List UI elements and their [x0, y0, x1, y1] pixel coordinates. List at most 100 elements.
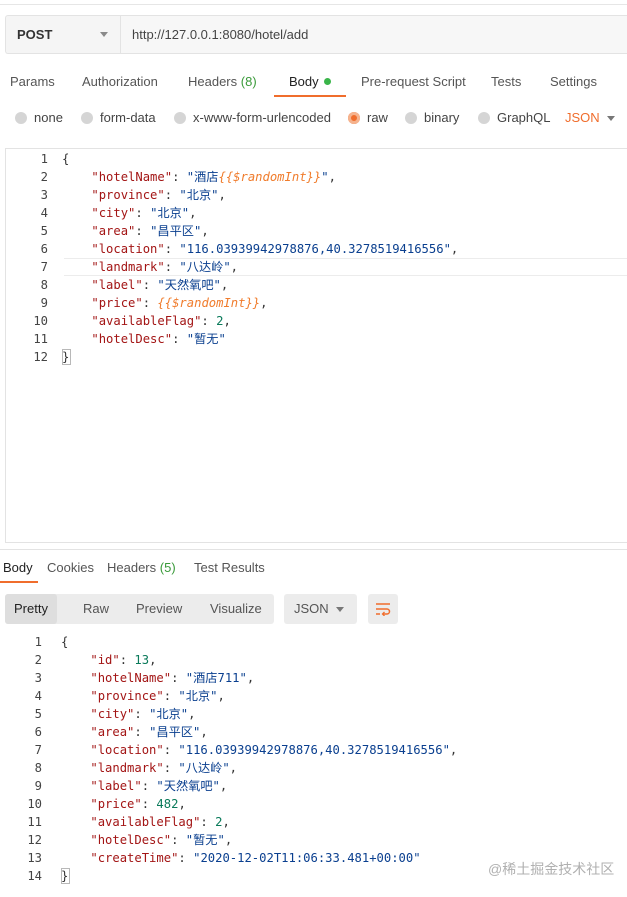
line-number: 11: [33, 332, 48, 346]
radio-none[interactable]: none: [15, 110, 63, 125]
json-key: "landmark": [91, 260, 165, 274]
tab-authorization[interactable]: Authorization: [82, 74, 158, 89]
radio-form-data[interactable]: form-data: [81, 110, 156, 125]
radio-selected-icon: [348, 111, 360, 124]
body-format-select[interactable]: JSON: [565, 110, 600, 125]
tab-settings[interactable]: Settings: [550, 74, 597, 89]
json-string: ": [321, 170, 329, 184]
json-key: "id": [90, 653, 120, 667]
radio-raw-label: raw: [367, 110, 388, 125]
radio-binary[interactable]: binary: [405, 110, 459, 125]
line-number: 9: [40, 296, 48, 310]
radio-urlencoded[interactable]: x-www-form-urlencoded: [174, 110, 331, 125]
json-string: "北京": [150, 206, 190, 220]
active-tab-indicator: [274, 95, 346, 97]
response-tabs: Body Cookies Headers (5) Test Results: [0, 556, 627, 584]
wrap-lines-button[interactable]: [368, 594, 398, 624]
line-number: 10: [27, 797, 42, 811]
tab-test-results[interactable]: Test Results: [194, 560, 265, 575]
json-key: "availableFlag": [91, 314, 202, 328]
bracket-match-marker: [62, 349, 71, 365]
line-number: 10: [33, 314, 48, 328]
json-variable: {{$randomInt}}: [218, 170, 322, 184]
tab-response-body[interactable]: Body: [3, 560, 33, 575]
tab-tests[interactable]: Tests: [491, 74, 521, 89]
request-body-editor[interactable]: 1{ 2 "hotelName": "酒店{{$randomInt}}", 3 …: [5, 148, 627, 543]
line-number: 4: [34, 689, 42, 703]
json-key: "label": [91, 278, 143, 292]
response-headers-count-badge: (5): [159, 560, 176, 575]
line-number: 3: [34, 671, 42, 685]
line-number: 5: [40, 224, 48, 238]
radio-circle-icon: [174, 111, 186, 124]
top-divider: [0, 4, 627, 5]
url-input[interactable]: http://127.0.0.1:8080/hotel/add: [121, 16, 627, 53]
json-string: "北京": [179, 188, 219, 202]
radio-circle-icon: [15, 111, 27, 124]
line-number: 6: [34, 725, 42, 739]
tab-body-label: Body: [289, 74, 319, 89]
tab-prerequest-script[interactable]: Pre-request Script: [361, 74, 466, 89]
radio-circle-icon: [81, 111, 93, 124]
json-key: "price": [91, 296, 143, 310]
json-string: "暂无": [186, 332, 226, 346]
json-string: "暂无": [185, 833, 225, 847]
radio-raw[interactable]: raw: [348, 110, 388, 125]
line-number: 7: [34, 743, 42, 757]
json-key: "hotelDesc": [91, 332, 173, 346]
body-type-options: none form-data x-www-form-urlencoded raw…: [0, 108, 627, 130]
watermark: @稀土掘金技术社区: [488, 861, 615, 877]
line-number: 2: [40, 170, 48, 184]
json-string: "116.03939942978876,40.3278519416556": [178, 743, 450, 757]
line-number: 1: [34, 635, 42, 649]
chevron-down-icon[interactable]: [607, 116, 615, 121]
json-key: "province": [91, 188, 165, 202]
json-string: "酒店: [186, 170, 219, 184]
json-key: "area": [90, 725, 135, 739]
tab-cookies[interactable]: Cookies: [47, 560, 94, 575]
json-key: "area": [91, 224, 136, 238]
json-key: "label": [90, 779, 142, 793]
json-string: "八达岭": [178, 761, 230, 775]
radio-graphql-label: GraphQL: [497, 110, 551, 125]
radio-form-data-label: form-data: [100, 110, 156, 125]
response-format-label: JSON: [294, 601, 329, 616]
json-string: "昌平区": [150, 224, 202, 238]
tab-response-headers-label: Headers: [107, 560, 157, 575]
chevron-down-icon: [336, 607, 344, 612]
tab-headers[interactable]: Headers (8): [188, 74, 257, 89]
response-format-select[interactable]: JSON: [284, 594, 357, 624]
json-key: "location": [91, 242, 165, 256]
tab-params[interactable]: Params: [10, 74, 55, 89]
pane-divider[interactable]: [0, 549, 627, 550]
view-preview-button[interactable]: Preview: [127, 594, 191, 624]
json-key: "landmark": [90, 761, 164, 775]
radio-circle-icon: [405, 111, 417, 124]
bracket-match-marker: [61, 868, 70, 884]
view-visualize-button[interactable]: Visualize: [201, 594, 271, 624]
view-pretty-button[interactable]: Pretty: [5, 594, 57, 624]
brace-open: {: [61, 635, 69, 649]
json-variable: {{$randomInt}}: [157, 296, 261, 310]
line-number: 4: [40, 206, 48, 220]
brace-open: {: [62, 152, 70, 166]
line-number: 2: [34, 653, 42, 667]
json-string: "北京": [178, 689, 218, 703]
json-key: "location": [90, 743, 164, 757]
json-number: 482: [156, 797, 179, 811]
line-number: 5: [34, 707, 42, 721]
json-string: "2020-12-02T11:06:33.481+00:00": [193, 851, 421, 865]
radio-graphql[interactable]: GraphQL: [478, 110, 550, 125]
json-string: "八达岭": [179, 260, 231, 274]
headers-count-badge: (8): [240, 74, 257, 89]
tab-response-headers[interactable]: Headers (5): [107, 560, 176, 575]
json-string: "天然氧吧": [157, 278, 221, 292]
json-key: "createTime": [90, 851, 179, 865]
json-string: "酒店711": [185, 671, 247, 685]
tab-body[interactable]: Body: [289, 74, 331, 89]
view-raw-button[interactable]: Raw: [74, 594, 118, 624]
radio-circle-icon: [478, 111, 490, 124]
method-select[interactable]: POST: [6, 16, 121, 53]
json-key: "province": [90, 689, 164, 703]
view-mode-bar: Pretty Raw Preview Visualize: [5, 594, 274, 624]
